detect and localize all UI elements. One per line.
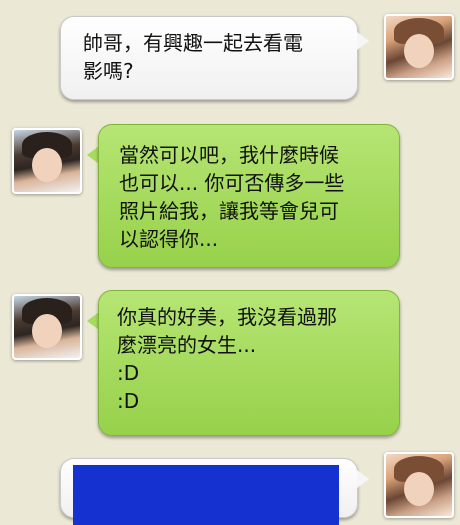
bubble-tail — [357, 470, 369, 488]
message-text-line: 帥哥，有興趣一起去看電 — [83, 31, 303, 55]
message-bubble-sent[interactable]: 當然可以吧，我什麼時候 也可以... 你可否傳多一些 照片給我，讓我等會兒可 以… — [98, 124, 400, 268]
message-bubble-sent[interactable]: 你真的好美，我沒看過那 麼漂亮的女生... :D :D — [98, 290, 400, 436]
message-text-line: 以認得你... — [119, 227, 219, 251]
message-text-line: :D — [117, 361, 140, 385]
avatar-face — [32, 314, 62, 348]
message-text-line: 照片給我，讓我等會兒可 — [119, 199, 339, 223]
message-bubble-received[interactable]: 帥哥，有興趣一起去看電 影嗎? — [60, 16, 358, 100]
message-text-line: 也可以... 你可否傳多一些 — [119, 171, 345, 195]
avatar-face — [404, 34, 434, 68]
avatar-girl[interactable] — [384, 452, 454, 518]
message-bubble-received-image[interactable] — [60, 458, 358, 525]
avatar-girl[interactable] — [384, 14, 454, 80]
avatar-face — [32, 148, 62, 182]
message-text-line: 影嗎? — [83, 59, 134, 83]
message-text-line: 你真的好美，我沒看過那 — [117, 305, 337, 329]
message-text-line: 當然可以吧，我什麼時候 — [119, 143, 339, 167]
avatar-boy[interactable] — [12, 294, 82, 360]
image-attachment[interactable] — [73, 465, 339, 525]
message-text-line: 麼漂亮的女生... — [117, 333, 257, 357]
avatar-boy[interactable] — [12, 128, 82, 194]
message-text-line: :D — [117, 389, 140, 413]
bubble-tail — [357, 32, 369, 50]
avatar-face — [404, 472, 434, 506]
